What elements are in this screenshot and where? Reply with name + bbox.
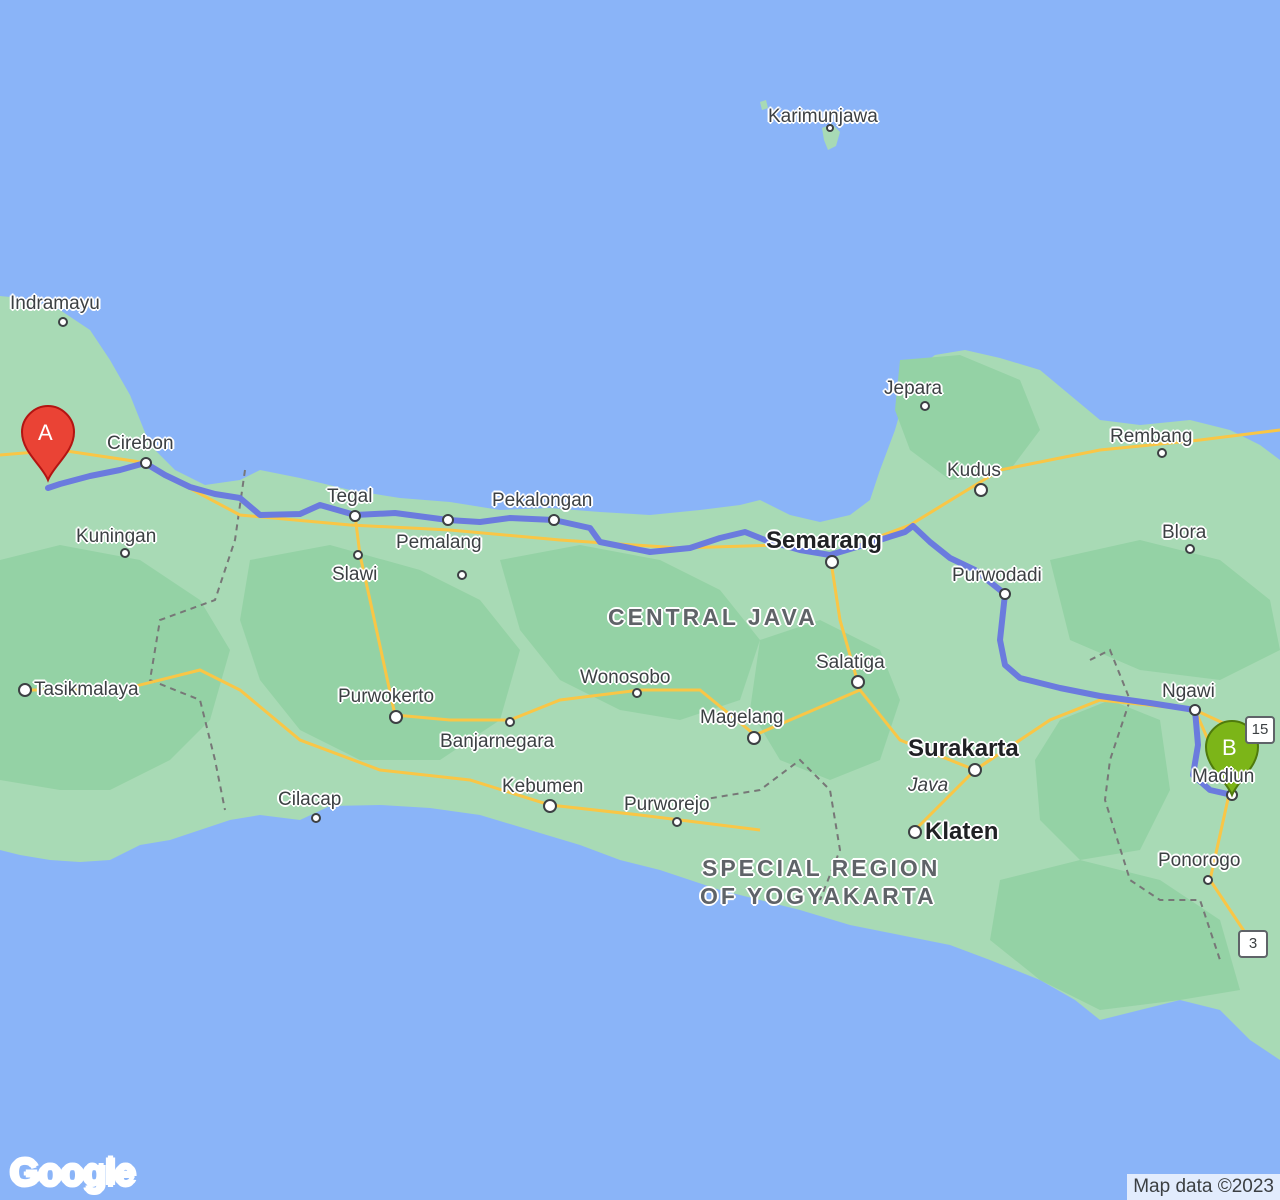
label-banjarnegara: Banjarnegara — [440, 731, 555, 752]
label-java: Java — [908, 775, 949, 796]
label-ponorogo: Ponorogo — [1158, 850, 1241, 871]
label-madiun: Madiun — [1192, 766, 1255, 787]
label-semarang: Semarang — [766, 527, 883, 554]
label-jepara: Jepara — [884, 378, 943, 399]
label-pemalang: Pemalang — [396, 532, 482, 553]
label-surakarta: Surakarta — [908, 735, 1019, 762]
label-purwokerto: Purwokerto — [338, 686, 435, 707]
label-wonosobo: Wonosobo — [580, 667, 671, 688]
label-purwodadi: Purwodadi — [952, 565, 1042, 586]
label-kudus: Kudus — [947, 460, 1001, 481]
label-kuningan: Kuningan — [76, 526, 157, 547]
label-salatiga: Salatiga — [816, 652, 885, 673]
label-cilacap: Cilacap — [278, 789, 342, 810]
label-tasikmalaya: Tasikmalaya — [34, 679, 139, 700]
label-central-java: CENTRAL JAVA — [608, 604, 818, 630]
label-ngawi: Ngawi — [1162, 681, 1215, 702]
label-klaten: Klaten — [925, 818, 999, 845]
label-cirebon: Cirebon — [107, 433, 174, 454]
label-purworejo: Purworejo — [624, 794, 710, 815]
road-shield-15: 15 — [1245, 716, 1275, 744]
marker-b-label: B — [1222, 735, 1237, 760]
label-pekalongan: Pekalongan — [492, 490, 593, 511]
label-diy-line2: OF YOGYAKARTA — [700, 883, 937, 909]
label-kebumen: Kebumen — [502, 776, 584, 797]
map-canvas[interactable] — [0, 0, 1280, 1200]
label-magelang: Magelang — [700, 707, 784, 728]
road-shield-3: 3 — [1238, 930, 1268, 958]
label-blora: Blora — [1162, 522, 1207, 543]
label-diy-line1: SPECIAL REGION — [702, 855, 941, 881]
google-logo-text: Google — [10, 1152, 136, 1194]
label-indramayu: Indramayu — [10, 293, 100, 314]
marker-a-label: A — [38, 420, 53, 445]
label-rembang: Rembang — [1110, 426, 1193, 447]
label-tegal: Tegal — [327, 486, 373, 507]
label-karimunjawa: Karimunjawa — [768, 106, 878, 127]
label-slawi: Slawi — [332, 564, 378, 585]
map-attribution[interactable]: Map data ©2023 — [1127, 1174, 1280, 1200]
google-logo[interactable]: Google — [10, 1152, 136, 1195]
